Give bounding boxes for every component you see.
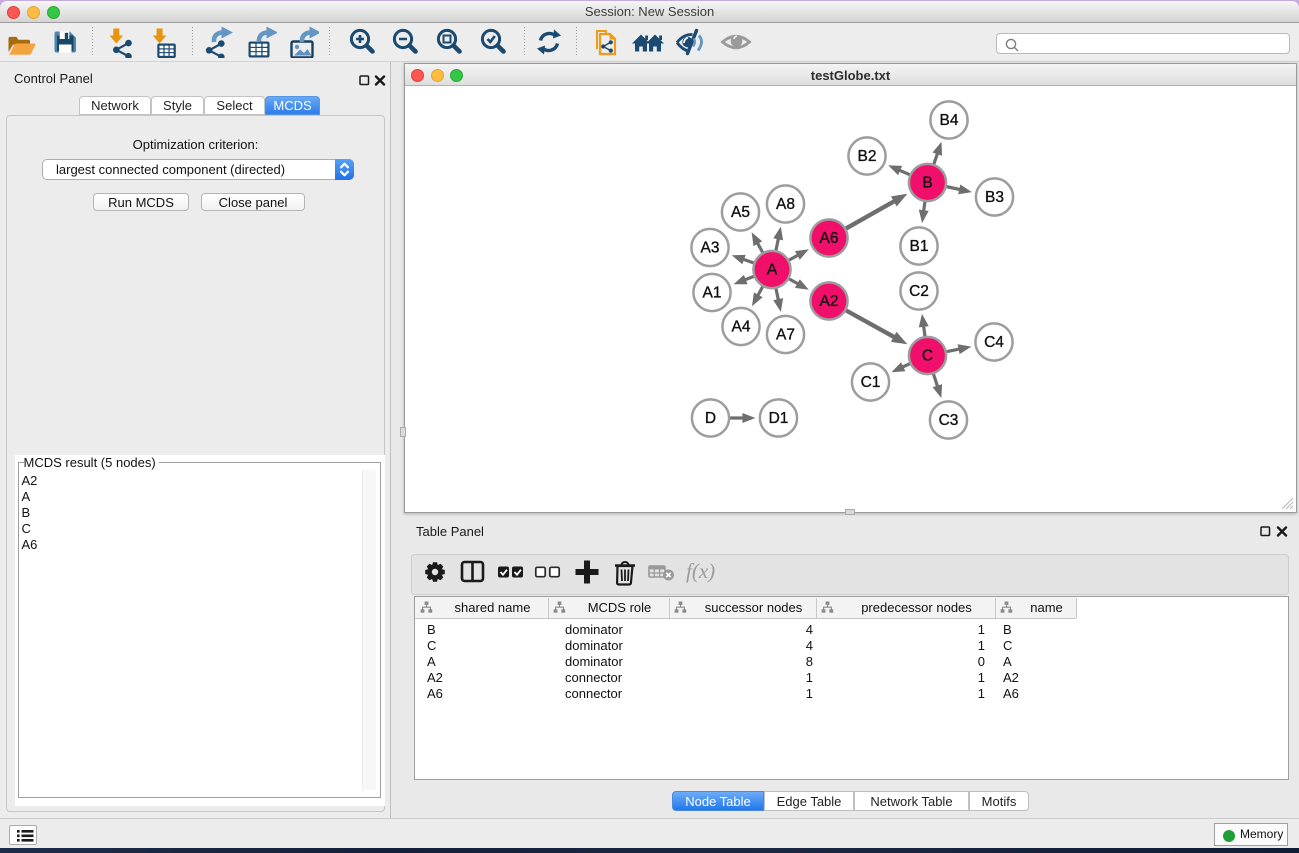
- svg-text:A5: A5: [731, 204, 750, 221]
- svg-text:A6: A6: [820, 230, 839, 247]
- svg-text:A4: A4: [732, 319, 751, 336]
- svg-text:B: B: [922, 175, 932, 192]
- svg-text:B3: B3: [985, 189, 1004, 206]
- svg-text:B4: B4: [940, 112, 959, 129]
- svg-text:A3: A3: [701, 240, 720, 257]
- svg-text:A7: A7: [776, 327, 795, 344]
- svg-text:A1: A1: [703, 285, 722, 302]
- svg-text:B2: B2: [858, 148, 877, 165]
- svg-text:C2: C2: [909, 283, 929, 300]
- svg-text:A2: A2: [820, 293, 839, 310]
- svg-text:C: C: [922, 348, 933, 365]
- svg-text:D: D: [705, 410, 716, 427]
- svg-text:D1: D1: [769, 410, 789, 427]
- svg-text:C1: C1: [861, 374, 881, 391]
- svg-text:C3: C3: [939, 412, 959, 429]
- svg-text:A8: A8: [776, 196, 795, 213]
- svg-text:C4: C4: [984, 334, 1004, 351]
- svg-text:B1: B1: [910, 238, 929, 255]
- svg-text:A: A: [767, 262, 778, 279]
